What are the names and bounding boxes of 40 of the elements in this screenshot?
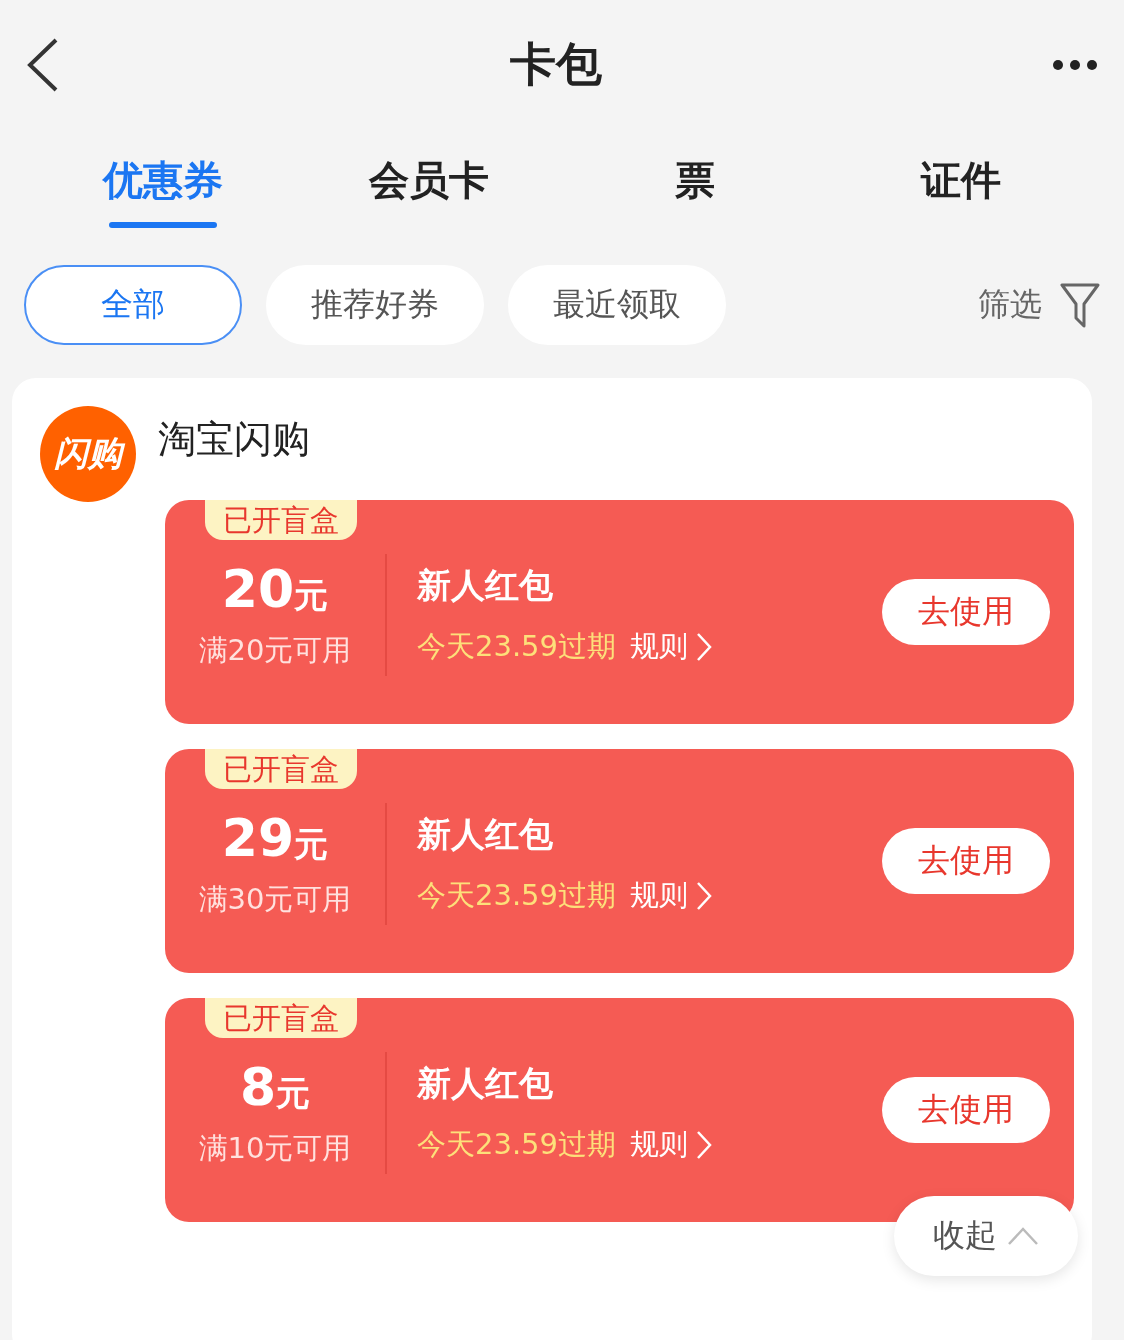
coupon-title: 新人红包: [417, 813, 554, 856]
tab[interactable]: 票: [562, 130, 828, 250]
chevron-up-icon: [1007, 1226, 1039, 1246]
coupon-tag: 已开盲盒: [205, 749, 357, 789]
coupon-condition: 满30元可用: [198, 881, 352, 918]
coupon-title: 新人红包: [417, 564, 554, 607]
tab[interactable]: 会员卡: [296, 130, 562, 250]
use-button[interactable]: 去使用: [882, 1077, 1050, 1143]
back-icon[interactable]: [26, 38, 60, 92]
expiry-text: 今天23.59过期: [417, 877, 617, 914]
filter-label[interactable]: 筛选: [978, 283, 1042, 327]
coupon-amount: 8元: [239, 1057, 311, 1119]
collapse-button[interactable]: 收起: [894, 1196, 1078, 1276]
coupon-condition: 满10元可用: [198, 1130, 352, 1167]
chevron-right-icon: [696, 1130, 713, 1160]
coupon-amount: 29元: [221, 808, 329, 870]
more-icon[interactable]: [1052, 59, 1098, 71]
rules-link[interactable]: 规则: [630, 1125, 713, 1165]
filter-chip[interactable]: 全部: [24, 265, 242, 345]
rules-link[interactable]: 规则: [630, 876, 713, 916]
coupon-condition: 满20元可用: [198, 632, 352, 669]
filter-icon[interactable]: [1060, 282, 1100, 328]
coupon-amount: 20元: [221, 559, 329, 621]
use-button[interactable]: 去使用: [882, 828, 1050, 894]
expiry-text: 今天23.59过期: [417, 628, 617, 665]
coupon-title: 新人红包: [417, 1062, 554, 1105]
expiry-text: 今天23.59过期: [417, 1126, 617, 1163]
filter-chip[interactable]: 最近领取: [508, 265, 726, 345]
coupon-tag: 已开盲盒: [205, 500, 357, 540]
coupon-tag: 已开盲盒: [205, 998, 357, 1038]
store-logo: 闪购: [40, 406, 136, 502]
tab[interactable]: 证件: [828, 130, 1094, 250]
filter-chip[interactable]: 推荐好券: [266, 265, 484, 345]
tab[interactable]: 优惠券: [30, 130, 296, 250]
use-button[interactable]: 去使用: [882, 579, 1050, 645]
chevron-right-icon: [696, 881, 713, 911]
store-name: 淘宝闪购: [158, 416, 310, 463]
page-title: 卡包: [510, 36, 602, 93]
chevron-right-icon: [696, 632, 713, 662]
rules-link[interactable]: 规则: [630, 627, 713, 667]
